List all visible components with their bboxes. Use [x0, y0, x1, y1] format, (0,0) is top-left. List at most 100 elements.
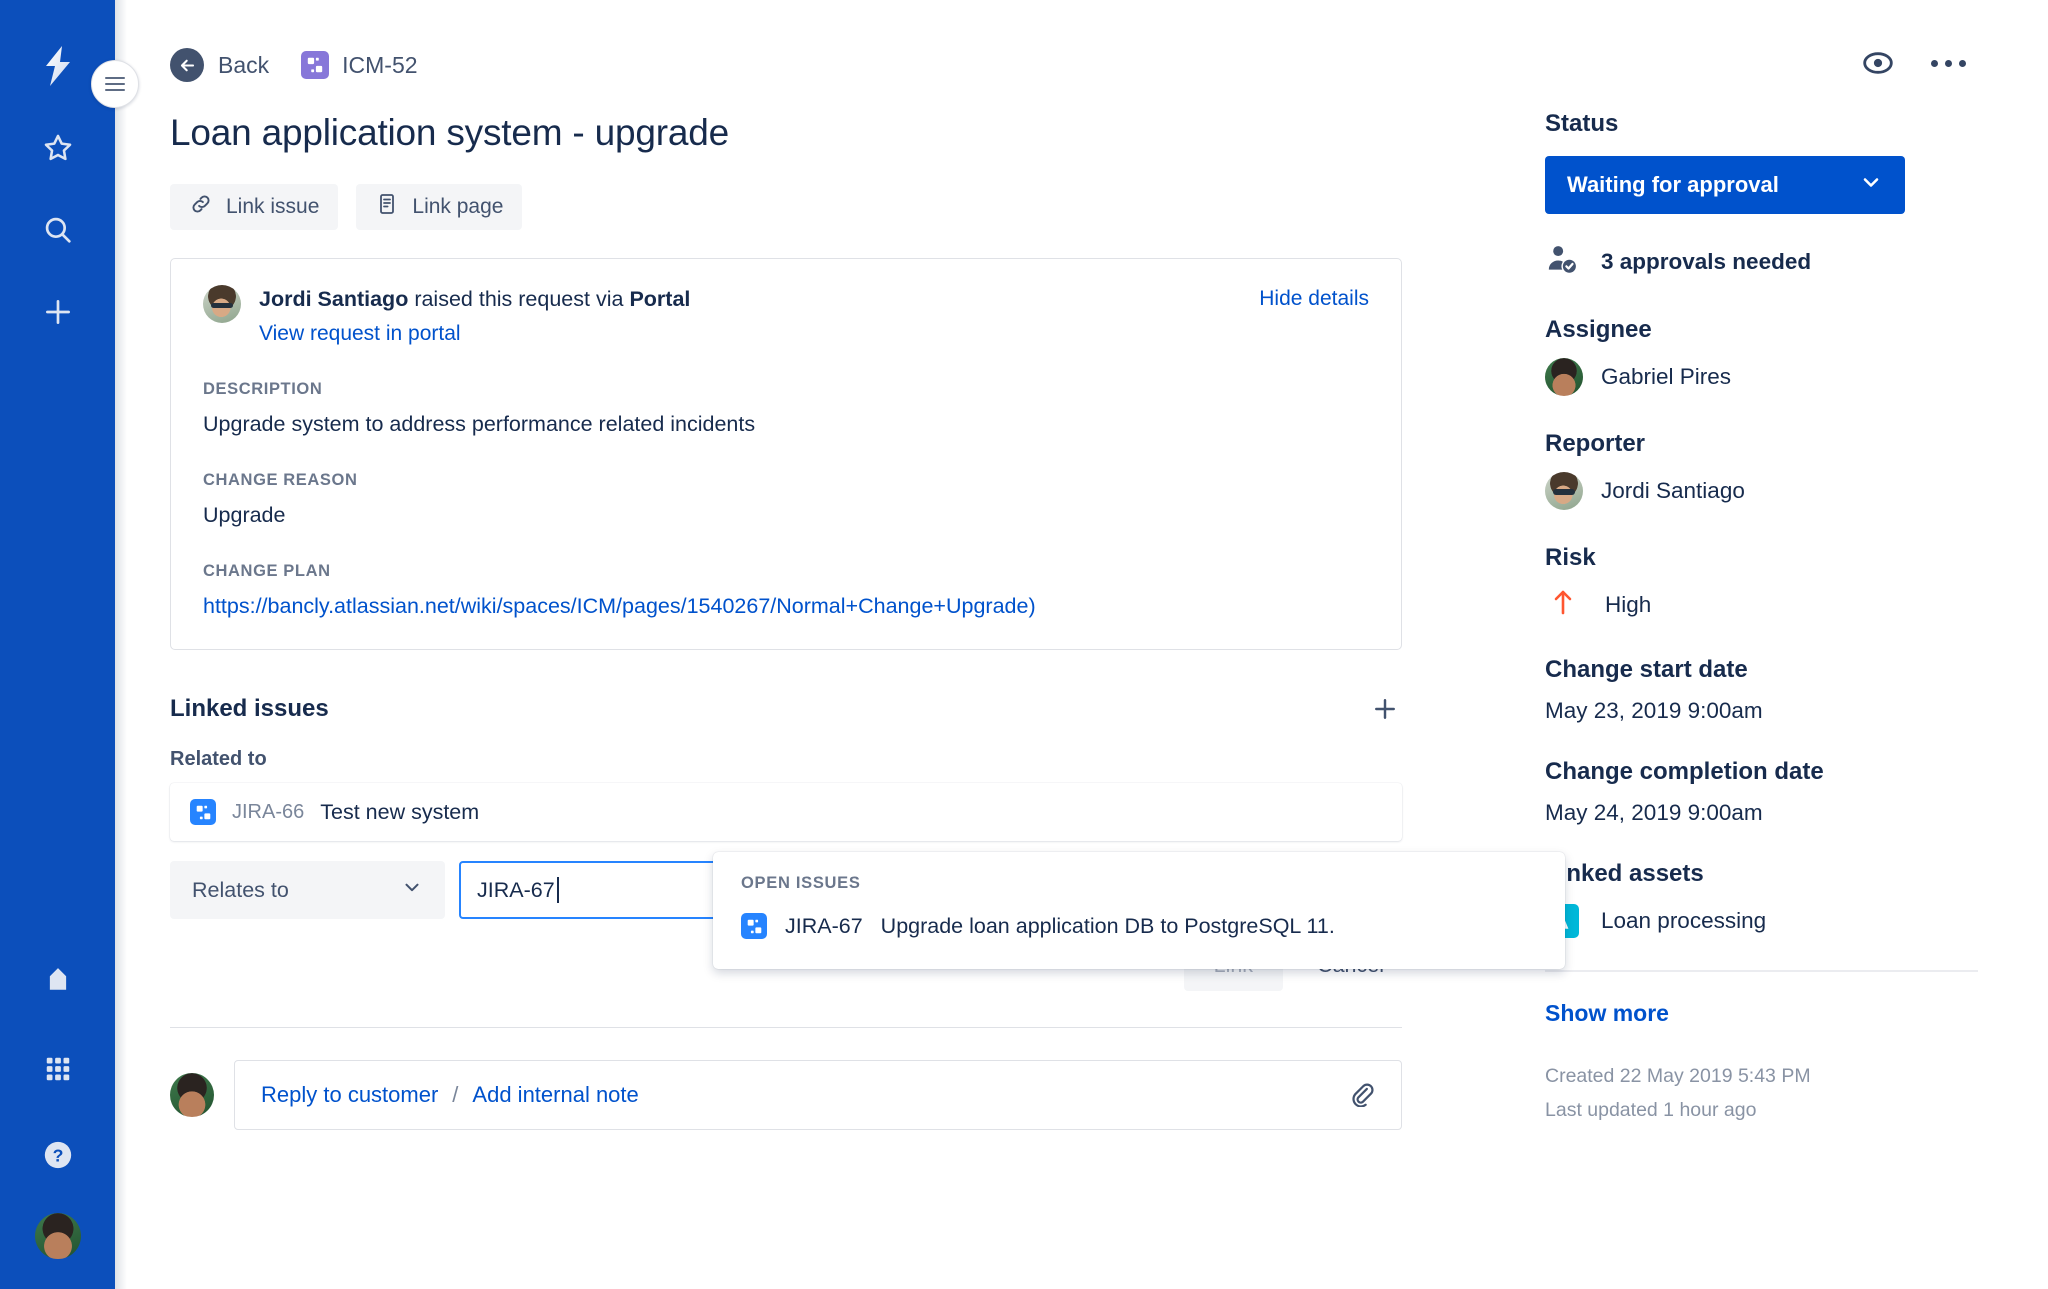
- field-change-reason-label: Change reason: [203, 471, 358, 490]
- reporter-name: Jordi Santiago: [1601, 478, 1745, 503]
- global-nav-bottom-group: ?: [0, 955, 115, 1259]
- updated-timestamp: Last updated 1 hour ago: [1545, 1099, 1757, 1122]
- issue-typeahead-dropdown: Open issues JIRA-67 Upgrade loan applica…: [713, 852, 1565, 969]
- current-user-avatar: [170, 1073, 214, 1118]
- back-label: Back: [218, 51, 270, 78]
- paperclip-icon[interactable]: [1347, 1079, 1375, 1112]
- sidebar-expand-toggle[interactable]: [91, 60, 139, 108]
- change-completion-date-field: Change completion date May 24, 2019 9:00…: [1545, 758, 1978, 826]
- details-divider: [1545, 970, 1978, 972]
- request-origin-row: Jordi Santiago raised this request via P…: [203, 285, 1369, 346]
- raised-channel: Portal: [629, 287, 691, 312]
- linked-assets-label: Linked assets: [1545, 860, 1704, 887]
- sidebar-item-apps[interactable]: [30, 1041, 86, 1097]
- linked-asset-name: Loan processing: [1601, 908, 1767, 933]
- sidebar-item-labels[interactable]: [30, 955, 86, 1011]
- show-more-link[interactable]: Show more: [1545, 1000, 1978, 1027]
- add-internal-note-link[interactable]: Add internal note: [472, 1082, 638, 1108]
- assignee-field: Assignee Gabriel Pires: [1545, 316, 1978, 396]
- comment-separator: /: [452, 1082, 459, 1108]
- link-type-select[interactable]: Relates to: [170, 861, 445, 920]
- avatar: [1545, 472, 1583, 510]
- reporter-avatar: [203, 285, 241, 324]
- field-description-value: Upgrade system to address performance re…: [203, 412, 756, 437]
- raised-via-text: raised this request via: [414, 287, 624, 312]
- avatar: [1545, 358, 1583, 396]
- field-change-reason-value: Upgrade: [203, 503, 286, 528]
- comment-input-box[interactable]: Reply to customer / Add internal note: [234, 1060, 1402, 1131]
- field-description-label: Description: [203, 380, 323, 399]
- linked-issues-header: Linked issues: [170, 692, 1402, 726]
- reporter-value[interactable]: Jordi Santiago: [1545, 472, 1978, 510]
- change-start-date-value: May 23, 2019 9:00am: [1545, 698, 1763, 723]
- sidebar-item-create[interactable]: [30, 284, 86, 340]
- reporter-label: Reporter: [1545, 430, 1646, 457]
- change-start-date-label: Change start date: [1545, 656, 1748, 683]
- change-completion-date-value: May 24, 2019 9:00am: [1545, 800, 1763, 825]
- linked-asset-item[interactable]: Loan processing: [1545, 904, 1978, 938]
- global-nav-top-group: [30, 0, 86, 340]
- list-item[interactable]: JIRA-67 Upgrade loan application DB to P…: [713, 901, 1565, 951]
- status-label: Status: [1545, 110, 1619, 137]
- link-page-label: Link page: [412, 195, 504, 219]
- chevron-down-icon: [401, 876, 423, 904]
- person-approved-icon: [1545, 242, 1579, 282]
- risk-level: High: [1605, 592, 1652, 617]
- linked-issue-summary: Test new system: [320, 799, 480, 824]
- assignee-value[interactable]: Gabriel Pires: [1545, 358, 1978, 396]
- request-details-card: Hide details Jordi Santiago raised this …: [170, 258, 1402, 651]
- hide-details-link[interactable]: Hide details: [1259, 287, 1369, 311]
- typeahead-group-heading: Open issues: [741, 874, 861, 892]
- sidebar-item-starred[interactable]: [30, 120, 86, 176]
- chevron-down-icon: [1859, 170, 1883, 200]
- approvals-row: 3 approvals needed: [1545, 242, 1978, 282]
- field-change-plan-value[interactable]: https://bancly.atlassian.net/wiki/spaces…: [203, 594, 1369, 619]
- issue-key-label: ICM-52: [342, 51, 418, 78]
- arrow-left-icon: [170, 48, 204, 82]
- main-stage: Back ICM-52 Loan application system - up…: [91, 0, 2048, 1289]
- content-divider: [170, 1027, 1402, 1029]
- view-request-in-portal-link[interactable]: View request in portal: [259, 322, 690, 346]
- reply-to-customer-link[interactable]: Reply to customer: [261, 1082, 438, 1108]
- change-completion-date-label: Change completion date: [1545, 758, 1824, 785]
- linked-assets-field: Linked assets Loan processing: [1545, 860, 1978, 938]
- jira-task-icon: [741, 913, 767, 939]
- global-navigation-sidebar: ?: [0, 0, 115, 1289]
- linked-issues-title: Linked issues: [170, 695, 329, 723]
- link-issue-button[interactable]: Link issue: [170, 184, 339, 231]
- text-caret: [556, 877, 559, 904]
- reporter-field: Reporter Jordi Santiago: [1545, 430, 1978, 510]
- status-value: Waiting for approval: [1567, 172, 1779, 197]
- add-linked-issue-button[interactable]: [1368, 692, 1402, 726]
- status-badge[interactable]: Waiting for approval: [1545, 156, 1905, 214]
- linked-issue-key: JIRA-66: [232, 800, 305, 823]
- change-request-icon: [301, 51, 330, 79]
- field-description: Description Upgrade system to address pe…: [203, 380, 1369, 437]
- table-row[interactable]: JIRA-66 Test new system: [170, 783, 1402, 842]
- arrow-up-icon: [1551, 588, 1575, 622]
- field-change-plan-label: Change plan: [203, 562, 331, 581]
- issue-meta: Created 22 May 2019 5:43 PM Last updated…: [1545, 1059, 1978, 1127]
- created-timestamp: Created 22 May 2019 5:43 PM: [1545, 1065, 1811, 1087]
- sidebar-item-search[interactable]: [30, 202, 86, 258]
- raised-by-name: Jordi Santiago: [259, 287, 409, 312]
- raised-request-sentence: Jordi Santiago raised this request via P…: [259, 285, 690, 314]
- jira-task-icon: [190, 799, 216, 826]
- comment-bar: Reply to customer / Add internal note: [170, 1060, 1402, 1131]
- risk-label: Risk: [1545, 544, 1596, 571]
- hamburger-icon: [105, 73, 125, 95]
- sidebar-item-help[interactable]: ?: [30, 1127, 86, 1183]
- profile-avatar[interactable]: [34, 1213, 81, 1259]
- assignee-label: Assignee: [1545, 316, 1652, 343]
- link-type-value: Relates to: [192, 877, 289, 902]
- assignee-name: Gabriel Pires: [1601, 364, 1732, 389]
- back-button[interactable]: Back: [170, 48, 269, 82]
- jira-logo-icon[interactable]: [30, 38, 86, 94]
- svg-text:?: ?: [52, 1146, 63, 1166]
- page-document-icon: [375, 192, 399, 222]
- link-issue-label: Link issue: [226, 195, 320, 219]
- link-page-button[interactable]: Link page: [356, 184, 523, 231]
- issue-key-breadcrumb[interactable]: ICM-52: [301, 51, 418, 79]
- change-start-date-field: Change start date May 23, 2019 9:00am: [1545, 656, 1978, 724]
- typeahead-option-key: JIRA-67: [785, 913, 863, 938]
